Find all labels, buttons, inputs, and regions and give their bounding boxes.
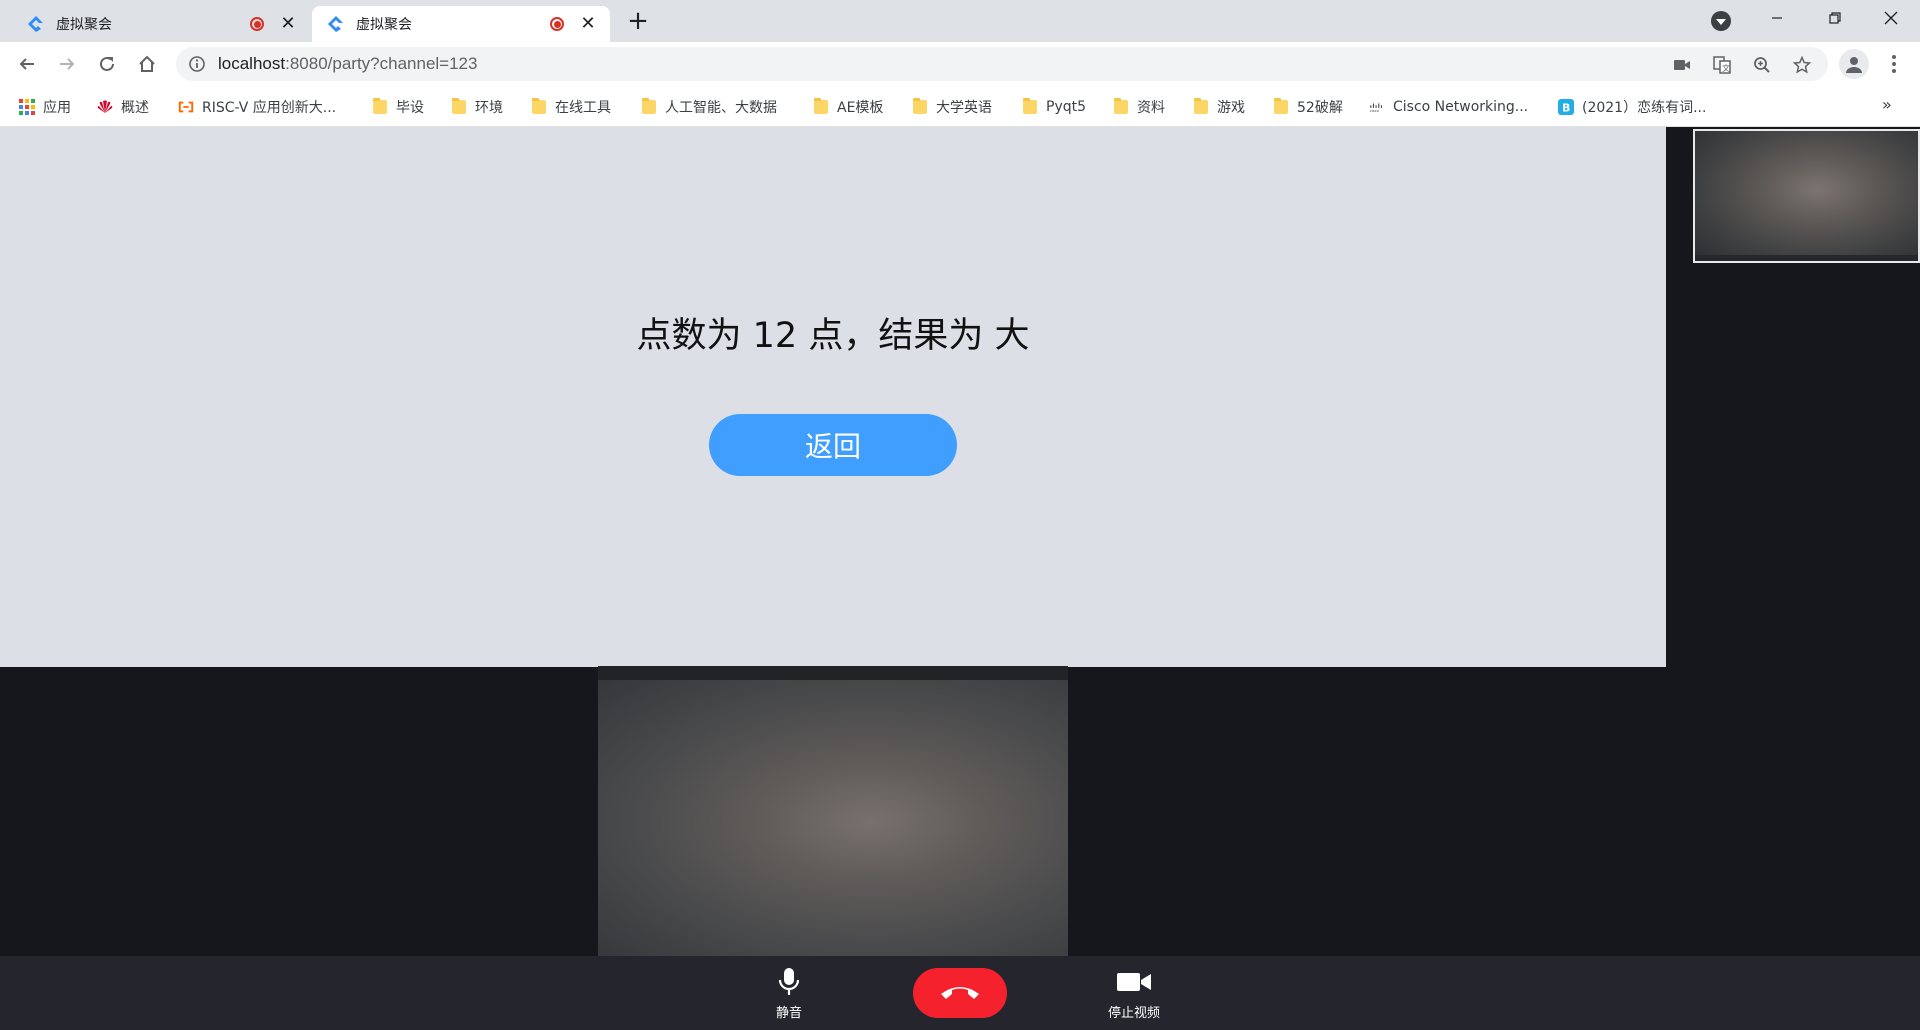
bookmark-label: (2021）恋练有词... [1582,100,1707,116]
stop-video-label: 停止视频 [1107,1006,1160,1021]
tab-strip: 虚拟聚会 ✕ 虚拟聚会 ✕ + [0,0,1920,42]
bookmark-folder-english[interactable]: 大学英语 [912,95,992,119]
huawei-icon [97,99,113,115]
recording-indicator-icon [250,17,264,31]
svg-text:B: B [1562,102,1570,115]
microphone-icon [771,966,807,998]
main-video-feed [598,666,1068,963]
hang-up-button[interactable] [913,968,1007,1018]
bookmark-label: 概述 [121,100,149,116]
remote-video-thumbnail[interactable] [1693,129,1920,263]
browser-tab-1[interactable]: 虚拟聚会 ✕ [12,6,310,42]
bookmark-folder-52pojie[interactable]: 52破解 [1273,95,1343,119]
hang-up-phone-icon [938,982,982,1005]
bookmark-label: 毕设 [396,100,424,116]
bookmark-folder-pyqt5[interactable]: Pyqt5 [1022,95,1086,119]
site-info-icon[interactable] [188,55,206,73]
browser-menu-icon[interactable] [1880,50,1908,78]
reload-button[interactable] [91,48,123,80]
bookmark-cisco[interactable]: cisco Cisco Networking... [1369,95,1528,119]
bookmark-riscv[interactable]: RISC-V 应用创新大... [178,95,336,119]
address-bar[interactable]: localhost:8080/party?channel=123 文 [176,47,1828,81]
folder-icon [451,98,467,115]
svg-text:cisco: cisco [1370,109,1379,113]
url-host: localhost [218,54,286,73]
bookmark-label: RISC-V 应用创新大... [202,100,337,116]
bookmark-label: 52破解 [1297,100,1343,116]
aliyun-icon [178,99,194,115]
minimize-button[interactable] [1748,0,1806,36]
folder-icon [1113,98,1129,115]
close-window-button[interactable] [1862,0,1920,36]
bookmark-folder-env[interactable]: 环境 [451,95,503,119]
folder-icon [1273,98,1289,115]
tab-title: 虚拟聚会 [56,17,112,33]
recording-indicator-icon [550,17,564,31]
cisco-icon: cisco [1369,99,1385,115]
folder-icon [813,98,829,115]
bookmark-label: Pyqt5 [1046,99,1087,115]
stop-video-button[interactable]: 停止视频 [1100,966,1168,1021]
forward-button[interactable] [51,48,83,80]
app-logo-icon [326,14,346,34]
bookmark-folder-ae[interactable]: AE模板 [813,95,883,119]
folder-icon [641,98,657,115]
tab-search-button[interactable] [1711,11,1731,31]
app-logo-icon [26,14,46,34]
bookmark-label: Cisco Networking... [1393,99,1529,115]
folder-icon [1193,98,1209,115]
url-path: :8080/party?channel=123 [285,54,478,73]
dice-game-panel: 点数为 12 点，结果为 大 返回 [0,127,1666,667]
bookmark-label: 大学英语 [936,100,992,116]
bookmark-label: 资料 [1137,100,1165,116]
bookmark-label: 应用 [43,100,71,116]
url-text[interactable]: localhost:8080/party?channel=123 [218,54,477,74]
close-tab-icon[interactable]: ✕ [278,14,298,34]
svg-text:文: 文 [1722,63,1730,73]
call-control-bar: 静音 停止视频 [0,956,1920,1030]
dice-result-text: 点数为 12 点，结果为 大 [636,316,1030,356]
browser-toolbar: localhost:8080/party?channel=123 文 [0,42,1920,86]
bookmark-bilibili[interactable]: B (2021）恋练有词... [1558,95,1706,119]
zoom-icon[interactable] [1752,55,1772,75]
folder-icon [531,98,547,115]
bookmark-label: AE模板 [837,100,884,116]
camera-in-use-icon[interactable] [1672,55,1692,75]
back-button[interactable] [11,48,43,80]
bookmark-overview[interactable]: 概述 [97,95,149,119]
bookmark-folder-tools[interactable]: 在线工具 [531,95,611,119]
close-tab-icon[interactable]: ✕ [578,14,598,34]
bookmark-label: 在线工具 [555,100,611,116]
translate-icon[interactable]: 文 [1712,55,1732,75]
bookmark-folder-bishe[interactable]: 毕设 [372,95,424,119]
browser-tab-2[interactable]: 虚拟聚会 ✕ [312,6,610,42]
home-button[interactable] [131,48,163,80]
mute-button[interactable]: 静音 [765,966,813,1021]
bookmarks-bar: 应用 概述 RISC-V 应用创新大... 毕设 环境 在线工具 人工智能、大数… [0,86,1920,127]
profile-avatar[interactable] [1839,49,1869,79]
bookmark-label: 环境 [475,100,503,116]
video-camera-icon [1116,966,1152,998]
restore-button[interactable] [1806,0,1864,36]
tab-title: 虚拟聚会 [356,17,412,33]
folder-icon [1022,98,1038,115]
new-tab-button[interactable]: + [624,8,652,36]
bookmark-folder-materials[interactable]: 资料 [1113,95,1165,119]
bookmark-folder-ai[interactable]: 人工智能、大数据 [641,95,777,119]
folder-icon [372,98,388,115]
back-button[interactable]: 返回 [709,414,957,476]
bookmark-apps[interactable]: 应用 [19,95,71,119]
bookmark-label: 游戏 [1217,100,1245,116]
more-bookmarks-button[interactable]: » [1882,95,1892,114]
bookmark-star-icon[interactable] [1792,55,1812,75]
mute-label: 静音 [775,1006,802,1021]
bookmark-folder-games[interactable]: 游戏 [1193,95,1245,119]
folder-icon [912,98,928,115]
bilibili-icon: B [1558,99,1574,115]
party-page: 点数为 12 点，结果为 大 返回 静音 停止视频 [0,127,1920,1030]
bookmark-label: 人工智能、大数据 [665,100,777,116]
apps-grid-icon [19,99,35,115]
